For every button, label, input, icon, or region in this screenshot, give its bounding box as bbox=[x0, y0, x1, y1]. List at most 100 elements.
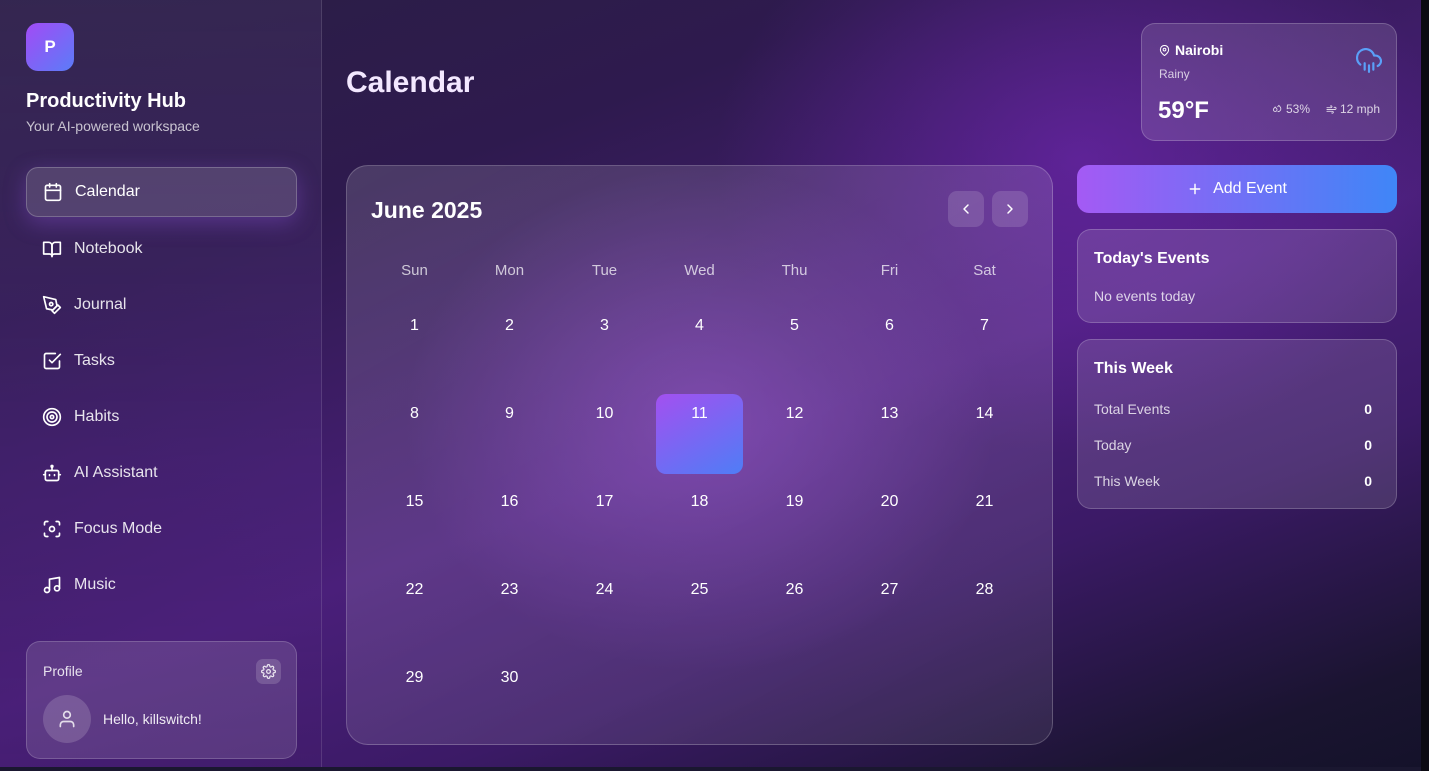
calendar-day[interactable]: 29 bbox=[367, 669, 462, 687]
no-events-text: No events today bbox=[1094, 288, 1196, 304]
music-icon bbox=[43, 576, 61, 594]
calendar-day[interactable]: 26 bbox=[747, 581, 842, 599]
weekday-label: Wed bbox=[684, 262, 715, 279]
droplets-icon bbox=[1272, 104, 1282, 112]
calendar-day[interactable]: 22 bbox=[367, 581, 462, 599]
add-event-button[interactable]: Add Event bbox=[1077, 165, 1397, 213]
calendar-day[interactable]: 15 bbox=[367, 493, 462, 511]
app-window: P Productivity Hub Your AI-powered works… bbox=[0, 0, 1421, 771]
sidebar-item-label: Music bbox=[74, 576, 116, 593]
sidebar-item-calendar[interactable]: Calendar bbox=[26, 167, 297, 217]
calendar-day[interactable]: 5 bbox=[747, 317, 842, 335]
settings-button[interactable] bbox=[256, 659, 281, 684]
calendar-day[interactable]: 28 bbox=[937, 581, 1032, 599]
book-open-icon bbox=[42, 241, 62, 258]
stat-label: This Week bbox=[1094, 473, 1160, 489]
app-subtitle: Your AI-powered workspace bbox=[26, 118, 200, 134]
this-week-panel: This Week Total Events 0 Today 0 This We… bbox=[1077, 339, 1397, 509]
calendar-day[interactable]: 25 bbox=[652, 581, 747, 599]
weather-widget: Nairobi Rainy 59°F 53% 12 mph bbox=[1141, 23, 1397, 141]
todays-events-panel: Today's Events No events today bbox=[1077, 229, 1397, 323]
sidebar-item-habits[interactable]: Habits bbox=[26, 392, 297, 442]
weather-temperature: 59°F bbox=[1158, 97, 1209, 124]
calendar-day[interactable]: 23 bbox=[462, 581, 557, 599]
pen-tool-icon bbox=[42, 295, 62, 315]
calendar-day[interactable]: 20 bbox=[842, 493, 937, 511]
calendar-day[interactable]: 19 bbox=[747, 493, 842, 511]
calendar-day[interactable]: 14 bbox=[937, 405, 1032, 423]
sidebar-item-tasks[interactable]: Tasks bbox=[26, 336, 297, 386]
page-title: Calendar bbox=[346, 66, 475, 99]
weather-location: Nairobi bbox=[1159, 42, 1223, 58]
calendar-day[interactable]: 21 bbox=[937, 493, 1032, 511]
weekday-label: Sat bbox=[973, 262, 996, 279]
gear-icon bbox=[261, 664, 276, 679]
calendar-card: June 2025 Sun Mon Tue Wed Thu Fri Sat 12345678… bbox=[346, 165, 1053, 745]
sidebar-item-focus-mode[interactable]: Focus Mode bbox=[26, 504, 297, 554]
calendar-day[interactable]: 30 bbox=[462, 669, 557, 687]
sidebar-item-label: Focus Mode bbox=[74, 520, 163, 537]
user-icon bbox=[59, 710, 75, 728]
sidebar-item-label: Journal bbox=[74, 296, 127, 313]
weekday-label: Mon bbox=[494, 262, 525, 279]
avatar[interactable] bbox=[43, 695, 91, 743]
weekday-label: Thu bbox=[781, 262, 808, 279]
calendar-day[interactable]: 10 bbox=[557, 405, 652, 423]
calendar-day[interactable]: 9 bbox=[462, 405, 557, 423]
sidebar-item-notebook[interactable]: Notebook bbox=[26, 224, 297, 274]
calendar-day[interactable]: 12 bbox=[747, 405, 842, 423]
calendar-day[interactable]: 17 bbox=[557, 493, 652, 511]
calendar-day[interactable]: 13 bbox=[842, 405, 937, 423]
stat-value: 0 bbox=[1364, 473, 1372, 489]
app-title: Productivity Hub bbox=[26, 90, 187, 112]
humidity-value: 53% bbox=[1286, 102, 1311, 116]
stat-label: Today bbox=[1094, 437, 1132, 453]
target-icon bbox=[42, 407, 62, 427]
chevron-left-icon bbox=[963, 204, 969, 214]
calendar-day[interactable]: 2 bbox=[462, 317, 557, 335]
sidebar-item-music[interactable]: Music bbox=[26, 560, 297, 610]
sidebar-item-label: Tasks bbox=[74, 352, 115, 369]
window-edge bbox=[0, 767, 1421, 771]
calendar-day[interactable]: 7 bbox=[937, 317, 1032, 335]
weekday-label: Fri bbox=[880, 262, 899, 279]
calendar-day[interactable]: 27 bbox=[842, 581, 937, 599]
sidebar-item-label: AI Assistant bbox=[74, 464, 158, 481]
weekday-label: Sun bbox=[401, 262, 428, 279]
chevron-right-icon bbox=[1007, 204, 1013, 214]
weather-condition: Rainy bbox=[1159, 67, 1190, 81]
calendar-day[interactable]: 24 bbox=[557, 581, 652, 599]
plus-icon bbox=[1189, 183, 1201, 195]
stat-label: Total Events bbox=[1094, 401, 1171, 417]
sidebar-item-label: Notebook bbox=[74, 240, 143, 257]
calendar-day[interactable]: 16 bbox=[462, 493, 557, 511]
next-month-button[interactable] bbox=[992, 191, 1028, 227]
focus-icon bbox=[43, 520, 61, 538]
calendar-day[interactable]: 18 bbox=[652, 493, 747, 511]
add-event-label: Add Event bbox=[1213, 180, 1287, 197]
profile-card: Profile Hello, killswitch! bbox=[26, 641, 297, 759]
sidebar-item-ai-assistant[interactable]: AI Assistant bbox=[26, 448, 297, 498]
map-pin-icon bbox=[1159, 44, 1170, 56]
prev-month-button[interactable] bbox=[948, 191, 984, 227]
cloud-rain-icon bbox=[1356, 48, 1382, 73]
calendar-day[interactable]: 4 bbox=[652, 317, 747, 335]
todays-events-title: Today's Events bbox=[1094, 250, 1210, 267]
weather-wind: 12 mph bbox=[1326, 102, 1380, 116]
check-square-icon bbox=[43, 352, 62, 370]
calendar-day[interactable]: 1 bbox=[367, 317, 462, 335]
wind-icon bbox=[1326, 104, 1337, 114]
stat-value: 0 bbox=[1364, 437, 1372, 453]
calendar-day[interactable]: 8 bbox=[367, 405, 462, 423]
sidebar-item-label: Habits bbox=[74, 408, 120, 425]
stat-value: 0 bbox=[1364, 401, 1372, 417]
bot-icon bbox=[42, 464, 62, 482]
calendar-day-selected[interactable]: 11 bbox=[652, 405, 747, 423]
profile-label: Profile bbox=[43, 663, 83, 679]
weekday-label: Tue bbox=[591, 262, 618, 279]
calendar-day[interactable]: 3 bbox=[557, 317, 652, 335]
profile-greeting: Hello, killswitch! bbox=[103, 711, 202, 727]
sidebar-item-journal[interactable]: Journal bbox=[26, 280, 297, 330]
calendar-day[interactable]: 6 bbox=[842, 317, 937, 335]
calendar-icon bbox=[44, 182, 62, 202]
